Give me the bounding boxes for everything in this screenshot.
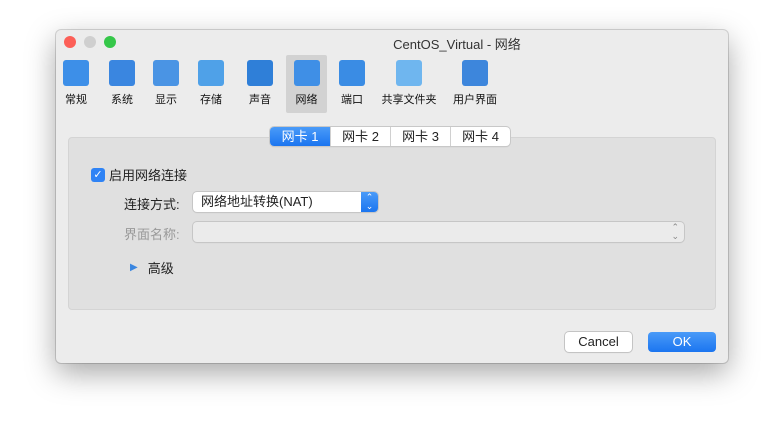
checkmark-icon: ✓ bbox=[91, 167, 105, 182]
toolbar-item-label: 端口 bbox=[341, 94, 363, 106]
toolbar-item-8[interactable]: 用户界面 bbox=[444, 55, 506, 113]
cancel-button[interactable]: Cancel bbox=[565, 332, 632, 352]
toolbar-item-2[interactable]: 显示 bbox=[144, 55, 188, 113]
toolbar-item-label: 显示 bbox=[155, 94, 177, 106]
toolbar-item-label: 系统 bbox=[111, 94, 133, 106]
title-bar: CentOS_Virtual - 网络 bbox=[56, 30, 728, 52]
serial-port-icon bbox=[339, 60, 365, 86]
window-title: CentOS_Virtual - 网络 bbox=[393, 37, 521, 52]
toolbar-item-label: 存储 bbox=[200, 94, 222, 106]
toolbar-item-label: 常规 bbox=[65, 94, 87, 106]
toolbar-item-1[interactable]: 系统 bbox=[100, 55, 144, 113]
shared-folder-icon bbox=[396, 60, 422, 86]
updown-chevron-icon: ⌃ ⌄ bbox=[361, 192, 378, 212]
toolbar-item-label: 声音 bbox=[249, 94, 271, 106]
tab-adapter-3[interactable]: 网卡 3 bbox=[390, 127, 450, 146]
toolbar-item-4[interactable]: 声音 bbox=[235, 55, 285, 113]
tab-adapter-4[interactable]: 网卡 4 bbox=[450, 127, 510, 146]
tab-adapter-2[interactable]: 网卡 2 bbox=[330, 127, 390, 146]
ok-button[interactable]: OK bbox=[648, 332, 716, 352]
toolbar-item-5[interactable]: 网络 bbox=[286, 55, 327, 113]
updown-chevron-icon: ⌃ ⌄ bbox=[671, 222, 679, 241]
system-chip-icon bbox=[109, 60, 135, 86]
toolbar-item-7[interactable]: 共享文件夹 bbox=[374, 55, 444, 113]
toolbar-item-6[interactable]: 端口 bbox=[330, 55, 374, 113]
attached-to-value: 网络地址转换(NAT) bbox=[201, 194, 313, 209]
toolbar-item-label: 共享文件夹 bbox=[381, 94, 437, 106]
enable-adapter-checkbox[interactable]: ✓ 启用网络连接 bbox=[91, 165, 187, 184]
attached-to-select[interactable]: 网络地址转换(NAT) ⌃ ⌄ bbox=[193, 192, 378, 212]
user-interface-icon bbox=[462, 60, 488, 86]
network-icon bbox=[293, 60, 320, 86]
tab-adapter-1[interactable]: 网卡 1 bbox=[270, 127, 330, 146]
toolbar-item-label: 网络 bbox=[295, 94, 318, 106]
enable-adapter-label: 启用网络连接 bbox=[109, 168, 188, 183]
disclosure-triangle-icon: ▶ bbox=[130, 262, 138, 273]
settings-window: CentOS_Virtual - 网络 常规 系统 显示 存储 声音 网络 端口 共享文件夹 用… bbox=[56, 30, 728, 363]
general-icon bbox=[63, 60, 89, 86]
attached-to-label: 连接方式: bbox=[124, 197, 180, 212]
adapter-tabs: 网卡 1 网卡 2 网卡 3 网卡 4 bbox=[270, 127, 510, 146]
toolbar-item-0[interactable]: 常规 bbox=[56, 55, 96, 113]
advanced-label: 高级 bbox=[147, 261, 174, 276]
toolbar-item-label: 用户界面 bbox=[453, 94, 497, 106]
speaker-icon bbox=[247, 60, 273, 86]
toolbar-item-3[interactable]: 存储 bbox=[189, 55, 233, 113]
interface-name-label: 界面名称: bbox=[124, 227, 180, 242]
interface-name-select[interactable]: ⌃ ⌄ bbox=[193, 222, 684, 242]
display-monitor-icon bbox=[153, 60, 179, 86]
storage-disk-icon bbox=[198, 60, 224, 86]
advanced-disclosure[interactable]: ▶ 高级 bbox=[130, 258, 174, 277]
